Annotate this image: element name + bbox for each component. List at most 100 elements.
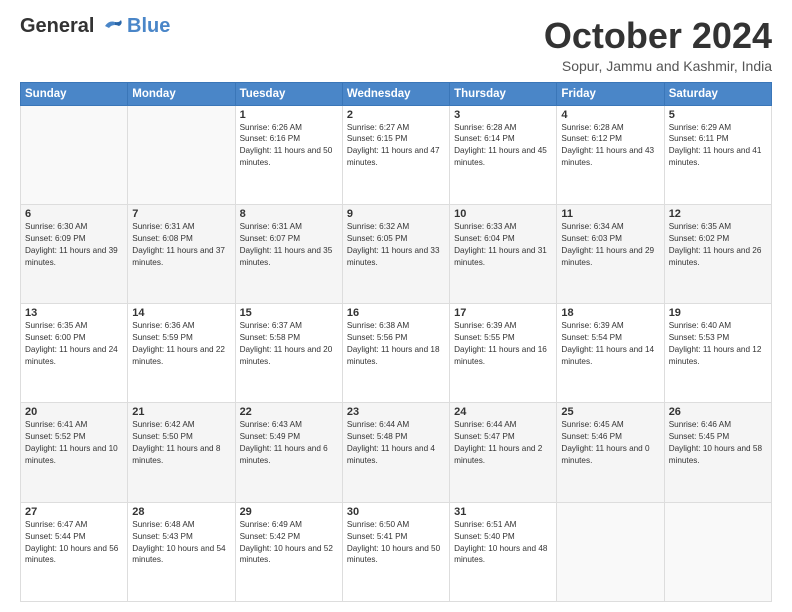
calendar-cell: 12Sunrise: 6:35 AM Sunset: 6:02 PM Dayli… — [664, 204, 771, 303]
day-info: Sunrise: 6:41 AM Sunset: 5:52 PM Dayligh… — [25, 419, 123, 467]
day-number: 31 — [454, 506, 552, 518]
calendar-cell: 5Sunrise: 6:29 AM Sunset: 6:11 PM Daylig… — [664, 105, 771, 204]
calendar-cell: 7Sunrise: 6:31 AM Sunset: 6:08 PM Daylig… — [128, 204, 235, 303]
calendar-header-wednesday: Wednesday — [342, 82, 449, 105]
calendar-cell: 20Sunrise: 6:41 AM Sunset: 5:52 PM Dayli… — [21, 403, 128, 502]
calendar-cell: 11Sunrise: 6:34 AM Sunset: 6:03 PM Dayli… — [557, 204, 664, 303]
calendar-cell: 15Sunrise: 6:37 AM Sunset: 5:58 PM Dayli… — [235, 304, 342, 403]
calendar-cell — [664, 502, 771, 601]
calendar-table: SundayMondayTuesdayWednesdayThursdayFrid… — [20, 82, 772, 602]
calendar-cell: 25Sunrise: 6:45 AM Sunset: 5:46 PM Dayli… — [557, 403, 664, 502]
day-info: Sunrise: 6:28 AM Sunset: 6:14 PM Dayligh… — [454, 122, 552, 170]
day-number: 9 — [347, 208, 445, 220]
logo-blue: Blue — [127, 16, 170, 36]
day-info: Sunrise: 6:31 AM Sunset: 6:07 PM Dayligh… — [240, 221, 338, 269]
day-info: Sunrise: 6:39 AM Sunset: 5:55 PM Dayligh… — [454, 320, 552, 368]
day-info: Sunrise: 6:49 AM Sunset: 5:42 PM Dayligh… — [240, 519, 338, 567]
day-number: 21 — [132, 406, 230, 418]
day-number: 13 — [25, 307, 123, 319]
month-title: October 2024 — [544, 16, 772, 56]
day-number: 5 — [669, 109, 767, 121]
day-number: 23 — [347, 406, 445, 418]
calendar-cell: 29Sunrise: 6:49 AM Sunset: 5:42 PM Dayli… — [235, 502, 342, 601]
calendar-header-row: SundayMondayTuesdayWednesdayThursdayFrid… — [21, 82, 772, 105]
calendar-cell: 9Sunrise: 6:32 AM Sunset: 6:05 PM Daylig… — [342, 204, 449, 303]
calendar-header-monday: Monday — [128, 82, 235, 105]
calendar-cell: 2Sunrise: 6:27 AM Sunset: 6:15 PM Daylig… — [342, 105, 449, 204]
calendar-week-3: 13Sunrise: 6:35 AM Sunset: 6:00 PM Dayli… — [21, 304, 772, 403]
calendar-cell: 27Sunrise: 6:47 AM Sunset: 5:44 PM Dayli… — [21, 502, 128, 601]
day-number: 26 — [669, 406, 767, 418]
day-info: Sunrise: 6:29 AM Sunset: 6:11 PM Dayligh… — [669, 122, 767, 170]
calendar-cell: 3Sunrise: 6:28 AM Sunset: 6:14 PM Daylig… — [450, 105, 557, 204]
calendar-cell: 1Sunrise: 6:26 AM Sunset: 6:16 PM Daylig… — [235, 105, 342, 204]
day-info: Sunrise: 6:28 AM Sunset: 6:12 PM Dayligh… — [561, 122, 659, 170]
calendar-cell: 28Sunrise: 6:48 AM Sunset: 5:43 PM Dayli… — [128, 502, 235, 601]
day-info: Sunrise: 6:44 AM Sunset: 5:48 PM Dayligh… — [347, 419, 445, 467]
calendar-cell: 19Sunrise: 6:40 AM Sunset: 5:53 PM Dayli… — [664, 304, 771, 403]
calendar-cell: 10Sunrise: 6:33 AM Sunset: 6:04 PM Dayli… — [450, 204, 557, 303]
calendar-week-2: 6Sunrise: 6:30 AM Sunset: 6:09 PM Daylig… — [21, 204, 772, 303]
calendar-cell: 16Sunrise: 6:38 AM Sunset: 5:56 PM Dayli… — [342, 304, 449, 403]
calendar-cell: 24Sunrise: 6:44 AM Sunset: 5:47 PM Dayli… — [450, 403, 557, 502]
day-number: 4 — [561, 109, 659, 121]
calendar-cell: 6Sunrise: 6:30 AM Sunset: 6:09 PM Daylig… — [21, 204, 128, 303]
day-info: Sunrise: 6:31 AM Sunset: 6:08 PM Dayligh… — [132, 221, 230, 269]
day-number: 30 — [347, 506, 445, 518]
calendar-cell: 22Sunrise: 6:43 AM Sunset: 5:49 PM Dayli… — [235, 403, 342, 502]
day-info: Sunrise: 6:39 AM Sunset: 5:54 PM Dayligh… — [561, 320, 659, 368]
day-info: Sunrise: 6:32 AM Sunset: 6:05 PM Dayligh… — [347, 221, 445, 269]
day-info: Sunrise: 6:43 AM Sunset: 5:49 PM Dayligh… — [240, 419, 338, 467]
calendar-cell: 21Sunrise: 6:42 AM Sunset: 5:50 PM Dayli… — [128, 403, 235, 502]
day-number: 7 — [132, 208, 230, 220]
day-number: 1 — [240, 109, 338, 121]
calendar-cell: 17Sunrise: 6:39 AM Sunset: 5:55 PM Dayli… — [450, 304, 557, 403]
logo: General Blue — [20, 16, 170, 36]
day-info: Sunrise: 6:44 AM Sunset: 5:47 PM Dayligh… — [454, 419, 552, 467]
calendar-cell: 13Sunrise: 6:35 AM Sunset: 6:00 PM Dayli… — [21, 304, 128, 403]
day-info: Sunrise: 6:45 AM Sunset: 5:46 PM Dayligh… — [561, 419, 659, 467]
day-number: 12 — [669, 208, 767, 220]
bird-icon — [101, 18, 123, 36]
day-number: 24 — [454, 406, 552, 418]
calendar-cell: 30Sunrise: 6:50 AM Sunset: 5:41 PM Dayli… — [342, 502, 449, 601]
day-info: Sunrise: 6:36 AM Sunset: 5:59 PM Dayligh… — [132, 320, 230, 368]
calendar-week-1: 1Sunrise: 6:26 AM Sunset: 6:16 PM Daylig… — [21, 105, 772, 204]
day-number: 19 — [669, 307, 767, 319]
day-info: Sunrise: 6:37 AM Sunset: 5:58 PM Dayligh… — [240, 320, 338, 368]
day-info: Sunrise: 6:48 AM Sunset: 5:43 PM Dayligh… — [132, 519, 230, 567]
day-number: 17 — [454, 307, 552, 319]
day-number: 27 — [25, 506, 123, 518]
calendar-header-thursday: Thursday — [450, 82, 557, 105]
day-info: Sunrise: 6:50 AM Sunset: 5:41 PM Dayligh… — [347, 519, 445, 567]
day-info: Sunrise: 6:34 AM Sunset: 6:03 PM Dayligh… — [561, 221, 659, 269]
calendar-header-sunday: Sunday — [21, 82, 128, 105]
day-number: 15 — [240, 307, 338, 319]
calendar-header-tuesday: Tuesday — [235, 82, 342, 105]
calendar-cell: 31Sunrise: 6:51 AM Sunset: 5:40 PM Dayli… — [450, 502, 557, 601]
day-info: Sunrise: 6:38 AM Sunset: 5:56 PM Dayligh… — [347, 320, 445, 368]
calendar-header-friday: Friday — [557, 82, 664, 105]
day-number: 20 — [25, 406, 123, 418]
calendar-week-5: 27Sunrise: 6:47 AM Sunset: 5:44 PM Dayli… — [21, 502, 772, 601]
day-number: 14 — [132, 307, 230, 319]
day-info: Sunrise: 6:26 AM Sunset: 6:16 PM Dayligh… — [240, 122, 338, 170]
day-info: Sunrise: 6:27 AM Sunset: 6:15 PM Dayligh… — [347, 122, 445, 170]
day-number: 25 — [561, 406, 659, 418]
calendar-cell — [557, 502, 664, 601]
day-info: Sunrise: 6:51 AM Sunset: 5:40 PM Dayligh… — [454, 519, 552, 567]
day-info: Sunrise: 6:42 AM Sunset: 5:50 PM Dayligh… — [132, 419, 230, 467]
calendar-body: 1Sunrise: 6:26 AM Sunset: 6:16 PM Daylig… — [21, 105, 772, 601]
day-number: 2 — [347, 109, 445, 121]
calendar-week-4: 20Sunrise: 6:41 AM Sunset: 5:52 PM Dayli… — [21, 403, 772, 502]
calendar-cell — [128, 105, 235, 204]
calendar-cell: 4Sunrise: 6:28 AM Sunset: 6:12 PM Daylig… — [557, 105, 664, 204]
day-info: Sunrise: 6:35 AM Sunset: 6:02 PM Dayligh… — [669, 221, 767, 269]
day-info: Sunrise: 6:30 AM Sunset: 6:09 PM Dayligh… — [25, 221, 123, 269]
day-number: 11 — [561, 208, 659, 220]
day-number: 16 — [347, 307, 445, 319]
day-number: 28 — [132, 506, 230, 518]
day-info: Sunrise: 6:47 AM Sunset: 5:44 PM Dayligh… — [25, 519, 123, 567]
page: General Blue October 2024 Sopur, Jammu a… — [0, 0, 792, 612]
day-info: Sunrise: 6:46 AM Sunset: 5:45 PM Dayligh… — [669, 419, 767, 467]
